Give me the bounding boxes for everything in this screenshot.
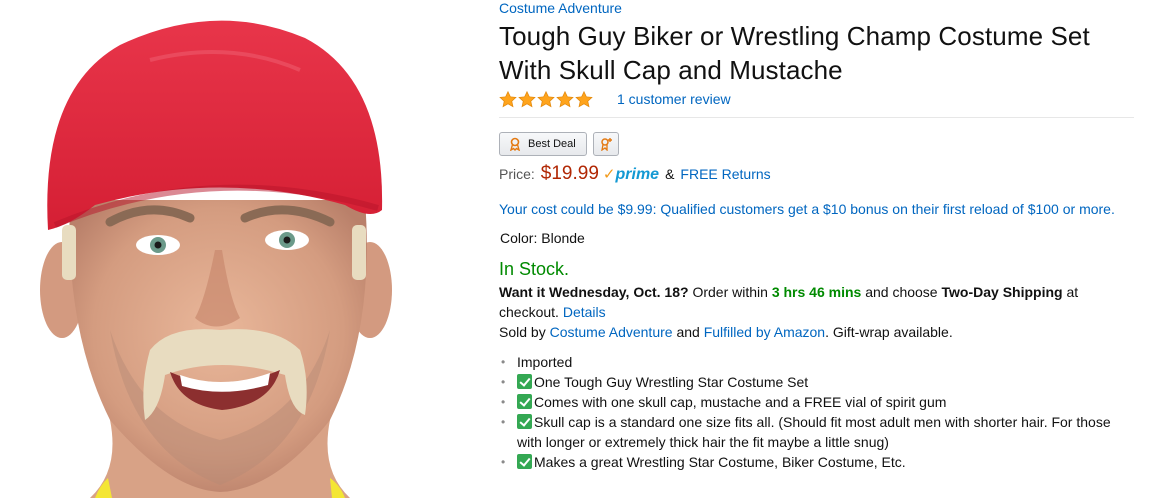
order-within-text: Order within — [692, 284, 768, 300]
check-box-icon — [517, 414, 532, 429]
check-box-icon — [517, 394, 532, 409]
list-item: Makes a great Wrestling Star Costume, Bi… — [499, 452, 1139, 472]
details-link[interactable]: Details — [563, 304, 606, 320]
badge-row: Best Deal — [499, 132, 1139, 156]
feature-bullets: Imported One Tough Guy Wrestling Star Co… — [499, 352, 1139, 472]
star-icon — [575, 90, 593, 107]
bullet-text: Makes a great Wrestling Star Costume, Bi… — [534, 454, 906, 470]
delivery-info: Want it Wednesday, Oct. 18? Order within… — [499, 282, 1124, 342]
star-icon — [537, 90, 555, 107]
product-title-line1: Tough Guy Biker or Wrestling Champ Costu… — [499, 21, 1090, 51]
countdown-time: 3 hrs 46 mins — [771, 284, 862, 300]
rating-row: 1 customer review — [499, 89, 1139, 109]
product-details: Costume Adventure Tough Guy Biker or Wre… — [499, 0, 1139, 472]
divider — [499, 117, 1134, 118]
list-item: Comes with one skull cap, mustache and a… — [499, 392, 1139, 412]
check-box-icon — [517, 374, 532, 389]
and-choose-text: and choose — [865, 284, 938, 300]
sold-by-text: Sold by — [499, 324, 546, 340]
product-title-line2: With Skull Cap and Mustache — [499, 55, 843, 85]
price-value: $19.99 — [540, 163, 599, 184]
cost-offer-link[interactable]: Your cost could be $9.99: Qualified cust… — [499, 199, 1124, 219]
check-box-icon — [517, 454, 532, 469]
ampersand: & — [665, 166, 675, 182]
best-deal-button[interactable]: Best Deal — [499, 132, 587, 156]
prime-label: prime — [615, 166, 660, 183]
price-row: Price: $19.99 ✓ prime & FREE Returns — [499, 163, 1139, 189]
seller-link[interactable]: Costume Adventure — [550, 324, 673, 340]
free-returns-link[interactable]: FREE Returns — [680, 166, 770, 182]
bullet-text: Imported — [517, 354, 573, 370]
ribbon-icon — [510, 137, 520, 151]
best-deal-label: Best Deal — [528, 138, 576, 150]
price-label: Price: — [499, 166, 535, 182]
list-item: Skull cap is a standard one size fits al… — [499, 412, 1139, 452]
star-icon — [556, 90, 574, 107]
customer-review-link[interactable]: 1 customer review — [617, 91, 731, 107]
product-title: Tough Guy Biker or Wrestling Champ Costu… — [499, 19, 1139, 87]
prime-badge[interactable]: ✓ prime — [603, 165, 659, 184]
delivery-date: Want it Wednesday, Oct. 18? — [499, 284, 689, 300]
star-icon — [518, 90, 536, 107]
brand-link[interactable]: Costume Adventure — [499, 0, 1139, 17]
ribbon-plus-icon — [600, 138, 612, 151]
bullet-text: Comes with one skull cap, mustache and a… — [534, 394, 947, 410]
shipping-option: Two-Day Shipping — [941, 284, 1063, 300]
stock-status: In Stock. — [499, 259, 570, 279]
list-item: Imported — [499, 352, 1139, 372]
product-photo — [40, 20, 392, 498]
and-text: and — [676, 324, 700, 340]
color-value: Blonde — [541, 230, 585, 246]
list-item: One Tough Guy Wrestling Star Costume Set — [499, 372, 1139, 392]
prime-check-icon: ✓ — [602, 166, 616, 183]
star-rating[interactable] — [499, 90, 593, 108]
color-label: Color: — [500, 230, 538, 246]
fulfilled-by-amazon-link[interactable]: Fulfilled by Amazon — [704, 324, 825, 340]
add-deal-button[interactable] — [592, 132, 619, 156]
bullet-text: Skull cap is a standard one size fits al… — [517, 414, 1111, 450]
star-icon — [499, 90, 517, 107]
bullet-text: One Tough Guy Wrestling Star Costume Set — [534, 374, 809, 390]
product-image[interactable] — [0, 0, 430, 498]
color-row: Color: Blonde — [499, 228, 1139, 248]
gift-wrap-text: . Gift-wrap available. — [825, 324, 953, 340]
